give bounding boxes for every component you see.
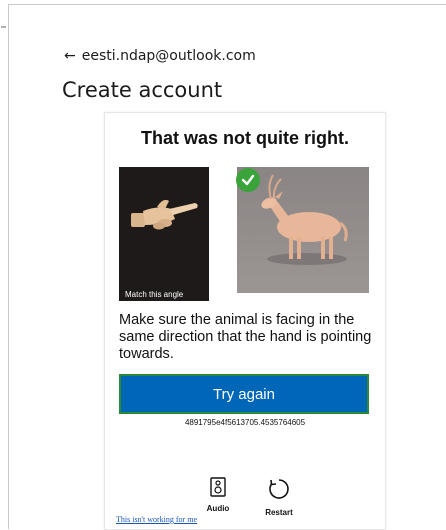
speaker-icon — [210, 477, 226, 497]
checkmark-icon — [236, 168, 260, 192]
reference-image-label: Match this angle — [125, 290, 184, 299]
audio-label: Audio — [206, 504, 230, 513]
account-email: eesti.ndap@outlook.com — [81, 48, 256, 64]
not-working-link[interactable]: This isn't working for me — [116, 515, 197, 524]
window-edge-mark — [1, 26, 6, 28]
challenge-instruction: Make sure the animal is facing in the sa… — [119, 312, 372, 362]
restart-label: Restart — [265, 508, 293, 517]
captcha-card: That was not quite right. Match this ang… — [104, 112, 386, 530]
back-email-link[interactable]: ← eesti.ndap@outlook.com — [64, 48, 256, 64]
pointing-hand-icon — [119, 167, 209, 301]
restart-icon — [269, 479, 289, 499]
reference-image: Match this angle — [119, 167, 209, 301]
challenge-heading: That was not quite right. — [141, 128, 349, 148]
back-arrow-icon[interactable]: ← — [64, 48, 76, 64]
page-title: Create account — [62, 78, 223, 102]
try-again-button[interactable]: Try again — [119, 374, 369, 414]
session-code: 4891795e4f5613705.4535764605 — [184, 418, 306, 427]
restart-button[interactable]: Restart — [257, 477, 301, 517]
audio-button[interactable]: Audio — [201, 477, 235, 513]
